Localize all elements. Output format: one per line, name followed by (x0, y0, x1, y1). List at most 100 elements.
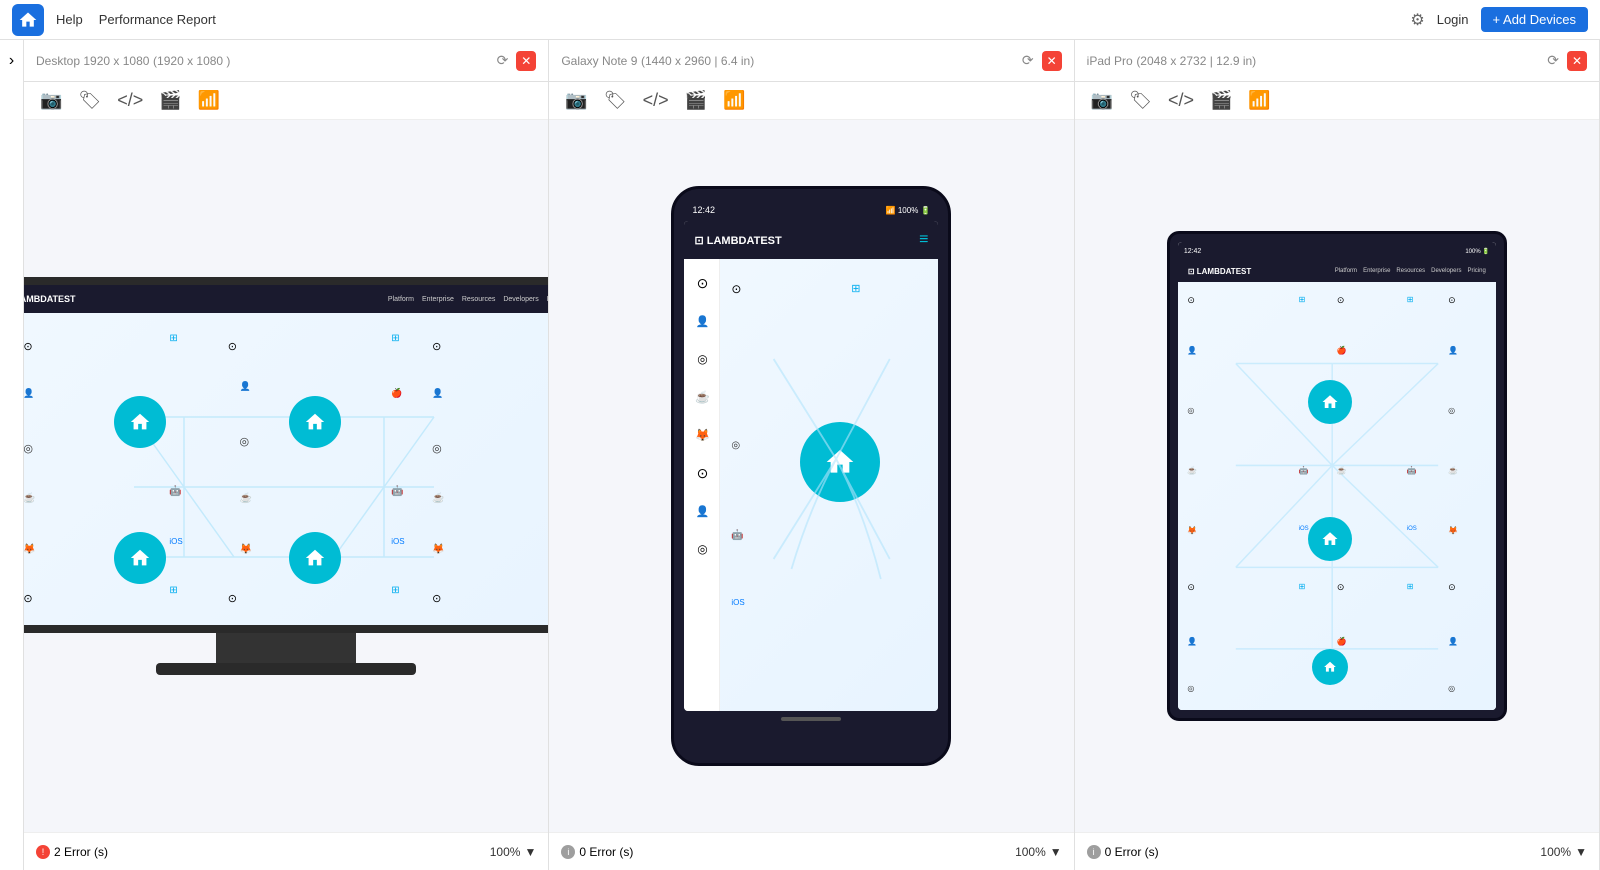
ipad-screenshot-icon[interactable]: 📷 (1091, 90, 1113, 111)
tablet-site-logo: ⊡ LAMBDATEST (1188, 267, 1251, 276)
desktop-panel-footer: ! 2 Error (s) 100% ▼ (24, 832, 548, 870)
ipad-panel-footer: i 0 Error (s) 100% ▼ (1075, 832, 1599, 870)
galaxy-toolbar: 📷 🏷 </> 🎬 📶 (549, 82, 1073, 120)
desktop-panel-title: Desktop 1920 x 1080 (1920 x 1080 ) (36, 53, 230, 68)
desktop-error-text: 2 Error (s) (54, 845, 108, 859)
add-devices-button[interactable]: + Add Devices (1481, 7, 1588, 32)
tablet-node-3 (1312, 649, 1348, 685)
phone-sidebar-circle: ◎ (688, 345, 716, 373)
phone-site-logo: ⊡ LAMBDATEST (694, 234, 781, 247)
desktop-video-icon[interactable]: 🎬 (159, 90, 181, 111)
ipad-tag-icon[interactable]: 🏷 (1129, 90, 1152, 111)
desktop-close-button[interactable]: ✕ (516, 51, 536, 71)
desktop-site-nav: Platform Enterprise Resources Developers… (388, 296, 548, 303)
phone-sidebar-github2: ⊙ (688, 459, 716, 487)
ipad-panel: iPad Pro (2048 x 2732 | 12.9 in) ⟳ ✕ 📷 🏷… (1075, 40, 1600, 870)
nav-developers: Developers (503, 296, 538, 303)
galaxy-zoom-value: 100% (1015, 845, 1046, 859)
desktop-panel-actions: ⟳ ✕ (497, 51, 537, 71)
galaxy-close-button[interactable]: ✕ (1042, 51, 1062, 71)
ipad-zoom-control[interactable]: 100% ▼ (1540, 845, 1587, 859)
mindmap-node-2 (289, 396, 341, 448)
galaxy-zoom-control[interactable]: 100% ▼ (1015, 845, 1062, 859)
desktop-panel-header: Desktop 1920 x 1080 (1920 x 1080 ) ⟳ ✕ (24, 40, 548, 82)
ipad-zoom-value: 100% (1540, 845, 1571, 859)
ipad-video-icon[interactable]: 🎬 (1210, 90, 1232, 111)
ipad-zoom-chevron: ▼ (1575, 845, 1587, 859)
tablet-node-1 (1308, 380, 1352, 424)
galaxy-panel-content: 12:42 📶 100% 🔋 ⊡ LAMBDATEST ≡ ⊙ 👤 (549, 120, 1073, 832)
desktop-panel-content: ⊡ LAMBDATEST Platform Enterprise Resourc… (24, 120, 548, 832)
galaxy-refresh-icon[interactable]: ⟳ (1022, 52, 1034, 69)
nav-links: Help Performance Report (56, 12, 1398, 27)
tablet-site-nav: Platform Enterprise Resources Developers… (1335, 268, 1486, 274)
nav-platform: Platform (388, 296, 414, 303)
mindmap-node-1 (114, 396, 166, 448)
desktop-screenshot-icon[interactable]: 📷 (40, 90, 62, 111)
galaxy-screenshot-icon[interactable]: 📷 (565, 90, 587, 111)
tablet-preview: 12:42 100% 🔋 ⊡ LAMBDATEST Platform Enter… (1178, 242, 1496, 710)
ipad-panel-title: iPad Pro (2048 x 2732 | 12.9 in) (1087, 53, 1257, 68)
monitor-base (156, 663, 416, 675)
desktop-site-logo: ⊡ LAMBDATEST (24, 294, 76, 305)
phone-time: 12:42 (692, 205, 715, 215)
desktop-zoom-chevron: ▼ (524, 845, 536, 859)
ipad-refresh-icon[interactable]: ⟳ (1547, 52, 1559, 69)
galaxy-panel-actions: ⟳ ✕ (1022, 51, 1062, 71)
galaxy-panel: Galaxy Note 9 (1440 x 2960 | 6.4 in) ⟳ ✕… (549, 40, 1074, 870)
desktop-zoom-value: 100% (490, 845, 521, 859)
galaxy-error-dot: i (561, 845, 575, 859)
galaxy-video-icon[interactable]: 🎬 (685, 90, 707, 111)
sidebar-toggle[interactable]: › (0, 40, 24, 870)
galaxy-panel-footer: i 0 Error (s) 100% ▼ (549, 832, 1073, 870)
ipad-toolbar: 📷 🏷 </> 🎬 📶 (1075, 82, 1599, 120)
ipad-code-icon[interactable]: </> (1168, 90, 1194, 111)
tablet-nav-pricing: Pricing (1467, 268, 1485, 274)
ipad-wifi-icon[interactable]: 📶 (1248, 90, 1270, 111)
report-link[interactable]: Performance Report (99, 12, 216, 27)
ipad-error-dot: i (1087, 845, 1101, 859)
mindmap-node-3 (114, 532, 166, 584)
ipad-close-button[interactable]: ✕ (1567, 51, 1587, 71)
hamburger-icon[interactable]: ≡ (919, 231, 928, 249)
tablet-nav-resources: Resources (1396, 268, 1425, 274)
nav-pricing: Pricing (547, 296, 549, 303)
ipad-panel-actions: ⟳ ✕ (1547, 51, 1587, 71)
device-panels: Desktop 1920 x 1080 (1920 x 1080 ) ⟳ ✕ 📷… (24, 40, 1600, 870)
galaxy-code-icon[interactable]: </> (643, 90, 669, 111)
desktop-wifi-icon[interactable]: 📶 (198, 90, 220, 111)
monitor-stand (216, 633, 356, 663)
desktop-website-preview: ⊡ LAMBDATEST Platform Enterprise Resourc… (24, 285, 548, 625)
main-area: › Desktop 1920 x 1080 (1920 x 1080 ) ⟳ ✕… (0, 40, 1600, 870)
phone-mockup: 12:42 📶 100% 🔋 ⊡ LAMBDATEST ≡ ⊙ 👤 (671, 186, 951, 766)
login-button[interactable]: Login (1437, 12, 1469, 27)
phone-sidebar-java: ☕ (688, 383, 716, 411)
desktop-mockup: ⊡ LAMBDATEST Platform Enterprise Resourc… (24, 277, 548, 675)
nav-right: ⚙ Login + Add Devices (1410, 7, 1588, 32)
phone-sidebar-icons: ⊙ 👤 ◎ ☕ 🦊 ⊙ 👤 ◎ (684, 259, 720, 711)
help-link[interactable]: Help (56, 12, 83, 27)
tablet-nav-platform: Platform (1335, 268, 1357, 274)
tablet-nav-developers: Developers (1431, 268, 1461, 274)
desktop-code-icon[interactable]: </> (117, 90, 143, 111)
tablet-nav-enterprise: Enterprise (1363, 268, 1390, 274)
nav-resources: Resources (462, 296, 495, 303)
home-logo[interactable] (12, 4, 44, 36)
nav-enterprise: Enterprise (422, 296, 454, 303)
desktop-tag-icon[interactable]: 🏷 (78, 90, 101, 111)
desktop-refresh-icon[interactable]: ⟳ (497, 52, 509, 69)
desktop-panel: Desktop 1920 x 1080 (1920 x 1080 ) ⟳ ✕ 📷… (24, 40, 549, 870)
phone-screen: ⊡ LAMBDATEST ≡ ⊙ 👤 ◎ ☕ 🦊 ⊙ 👤 ◎ (684, 221, 938, 711)
galaxy-tag-icon[interactable]: 🏷 (604, 90, 627, 111)
galaxy-wifi-icon[interactable]: 📶 (723, 90, 745, 111)
desktop-zoom-control[interactable]: 100% ▼ (490, 845, 537, 859)
desktop-site-header: ⊡ LAMBDATEST Platform Enterprise Resourc… (24, 285, 548, 313)
settings-icon[interactable]: ⚙ (1410, 10, 1424, 30)
tablet-screen: 12:42 100% 🔋 ⊡ LAMBDATEST Platform Enter… (1178, 242, 1496, 710)
phone-home-bar (781, 717, 841, 721)
galaxy-zoom-chevron: ▼ (1050, 845, 1062, 859)
desktop-toolbar: 📷 🏷 </> 🎬 📶 (24, 82, 548, 120)
mindmap-node-4 (289, 532, 341, 584)
phone-status-bar: 12:42 📶 100% 🔋 (684, 199, 938, 221)
top-navigation: Help Performance Report ⚙ Login + Add De… (0, 0, 1600, 40)
